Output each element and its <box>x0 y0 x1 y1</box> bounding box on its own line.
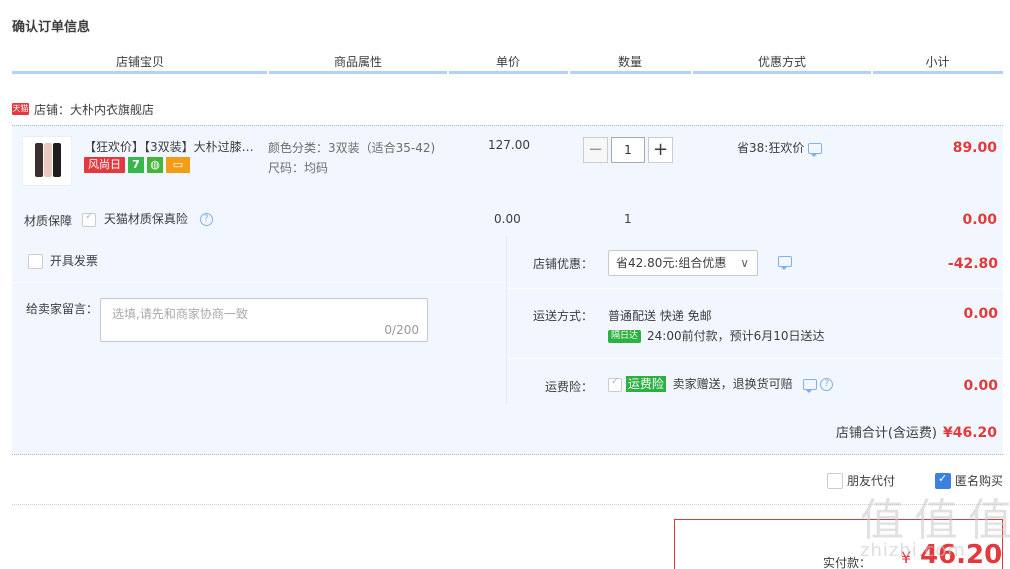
attr-size: 尺码：均码 <box>268 161 329 175</box>
message-icon[interactable] <box>802 379 817 393</box>
fashion-day-badge: 风尚日 <box>84 157 125 173</box>
shop-name[interactable]: 店铺：大朴内衣旗舰店 <box>34 101 154 118</box>
shop-total: 店铺合计(含运费) ¥46.20 <box>836 422 997 441</box>
guarantee-label: 材质保障 <box>24 214 73 228</box>
quantity-input[interactable]: 1 <box>611 137 645 163</box>
watermark-text: zhizhi.com <box>860 540 966 561</box>
help-icon[interactable]: ? <box>199 213 213 226</box>
attr-color: 颜色分类：3双装（适合35-42) <box>268 141 436 155</box>
divider <box>12 504 1003 505</box>
guarantee-price: 0.00 <box>494 212 521 226</box>
invoice-label: 开具发票 <box>49 254 98 268</box>
message-icon[interactable] <box>778 256 792 270</box>
credit-card-icon[interactable]: ▭ <box>166 157 190 173</box>
guarantee-option-label: 天猫材质保真险 <box>103 212 188 226</box>
order-options-left: 开具发票 给卖家留言： 选填,请先和商家协商一致 0/200 <box>12 236 506 404</box>
item-discount: 省38:狂欢价 <box>737 139 823 157</box>
quantity-minus-button[interactable]: − <box>583 137 608 163</box>
watermark-logo: 值 值 值 <box>860 495 1010 546</box>
column-header-bar <box>12 71 1003 74</box>
shipping-eta-text: 24:00前付款，预计6月10日送达 <box>647 329 825 343</box>
insurance-amount: 0.00 <box>963 378 998 394</box>
page-title: 确认订单信息 <box>12 20 91 35</box>
insurance-row: 运费险： 运费险 卖家赠送，退换货可赔 ? 0.00 <box>507 359 1004 404</box>
shipping-amount: 0.00 <box>963 306 998 322</box>
unit-price: 127.00 <box>488 138 530 152</box>
insurance-desc: 卖家赠送，退换货可赔 <box>672 377 793 391</box>
message-icon[interactable] <box>808 143 823 157</box>
guarantee-subtotal: 0.00 <box>962 212 997 228</box>
shop-discount-label: 店铺优惠： <box>533 257 594 271</box>
quantity-stepper: − 1 + <box>583 137 673 163</box>
product-thumbnail[interactable] <box>22 136 72 186</box>
memo-textarea[interactable]: 选填,请先和商家协商一致 0/200 <box>100 298 428 342</box>
shipping-method: 普通配送 快递 免邮 <box>608 309 712 323</box>
tmall-badge-icon: 天猫 <box>12 103 29 115</box>
shop-discount-amount: -42.80 <box>947 256 998 272</box>
order-options-right: 店铺优惠： 省42.80元:组合优惠 ∨ -42.80 运送方式： 普通配送 快… <box>506 236 1004 404</box>
insurance-tag: 运费险 <box>625 376 666 392</box>
shipping-label: 运送方式： <box>533 309 594 323</box>
promo-icons: 风尚日 7 ◍ ▭ <box>84 157 190 173</box>
shop-discount-row: 店铺优惠： 省42.80元:组合优惠 ∨ -42.80 <box>507 236 1004 288</box>
service-guarantee-icon[interactable]: ◍ <box>147 157 163 173</box>
item-row: 【狂欢价】【3双装】大朴过膝… 风尚日 7 ◍ ▭ 颜色分类：3双装（适合35-… <box>12 126 1003 236</box>
shop-row: 天猫 店铺：大朴内衣旗舰店 <box>12 100 154 118</box>
invoice-checkbox[interactable] <box>28 254 43 269</box>
memo-placeholder: 选填,请先和商家协商一致 <box>112 307 248 321</box>
next-day-badge: 隔日达 <box>608 330 642 343</box>
order-box: 【狂欢价】【3双装】大朴过膝… 风尚日 7 ◍ ▭ 颜色分类：3双装（适合35-… <box>12 125 1004 455</box>
product-title[interactable]: 【狂欢价】【3双装】大朴过膝… <box>84 138 260 155</box>
shop-discount-value: 省42.80元:组合优惠 <box>616 256 727 270</box>
quantity-plus-button[interactable]: + <box>648 137 673 163</box>
insurance-label: 运费险： <box>545 380 594 394</box>
guarantee-quantity: 1 <box>624 212 632 226</box>
insurance-option: 运费险 卖家赠送，退换货可赔 ? <box>608 375 834 393</box>
chevron-down-icon: ∨ <box>740 256 749 270</box>
shop-total-label: 店铺合计(含运费) <box>835 426 937 441</box>
insurance-checkbox[interactable] <box>608 376 622 392</box>
shipping-row: 运送方式： 普通配送 快递 免邮 隔日达 24:00前付款，预计6月10日送达 0… <box>507 289 1004 358</box>
shop-total-amount: ¥46.20 <box>942 425 997 441</box>
item-subtotal: 89.00 <box>952 140 997 156</box>
guarantee-row: 材质保障 天猫材质保真险 ? 0.00 1 0.00 <box>12 204 1003 236</box>
seven-day-return-icon[interactable]: 7 <box>128 157 144 173</box>
shop-discount-select[interactable]: 省42.80元:组合优惠 ∨ <box>608 250 758 276</box>
memo-label: 给卖家留言： <box>26 302 99 316</box>
item-discount-text: 省38:狂欢价 <box>737 141 805 155</box>
help-icon[interactable]: ? <box>820 378 834 391</box>
guarantee-checkbox[interactable] <box>82 211 96 227</box>
friend-pay-checkbox[interactable] <box>827 472 843 489</box>
guarantee-option: 天猫材质保真险 ? <box>82 210 213 227</box>
invoice-option: 开具发票 <box>28 252 98 269</box>
memo-char-counter: 0/200 <box>384 323 419 337</box>
shipping-eta: 隔日达 24:00前付款，预计6月10日送达 <box>608 327 825 344</box>
